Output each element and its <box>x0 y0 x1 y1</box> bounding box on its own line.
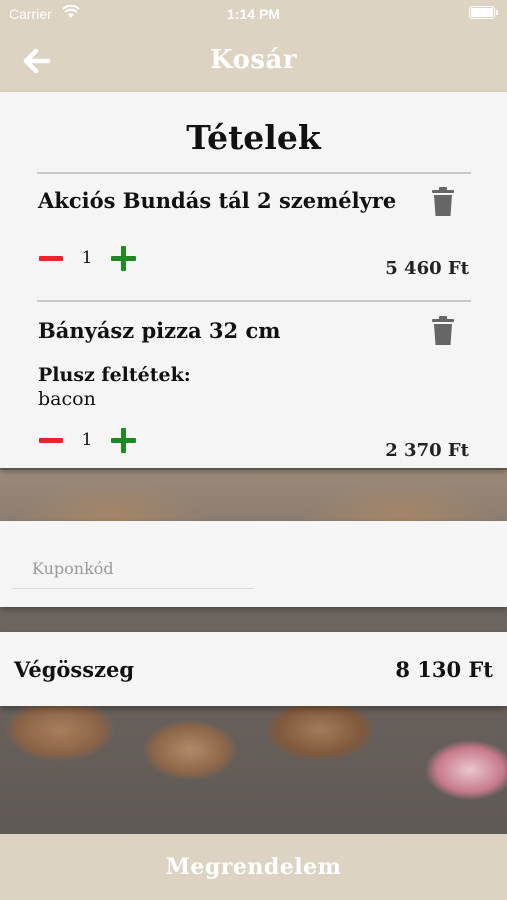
divider <box>37 172 471 174</box>
decrease-quantity-button[interactable] <box>38 246 64 272</box>
battery-icon <box>469 6 498 19</box>
increase-quantity-button[interactable] <box>110 427 138 455</box>
coupon-card <box>0 521 507 607</box>
trash-icon[interactable] <box>430 187 456 217</box>
total-label: Végösszeg <box>14 657 135 682</box>
item-name: Bányász pizza 32 cm <box>38 318 281 343</box>
total-value: 8 130 Ft <box>395 657 493 682</box>
status-bar: Carrier 1:14 PM <box>0 0 507 28</box>
navigation-bar: Kosár <box>0 28 507 92</box>
cart-items-card: Tételek Akciós Bundás tál 2 személyre 1 … <box>0 92 507 468</box>
item-price: 2 370 Ft <box>385 440 469 461</box>
page-title: Kosár <box>209 45 298 75</box>
decrease-quantity-button[interactable] <box>38 428 64 454</box>
item-name: Akciós Bundás tál 2 személyre <box>38 188 397 213</box>
quantity-value: 1 <box>81 430 93 450</box>
place-order-button[interactable]: Megrendelem <box>0 834 507 900</box>
total-card: Végösszeg 8 130 Ft <box>0 632 507 706</box>
clock: 1:14 PM <box>227 6 280 22</box>
extras-value: bacon <box>38 388 96 410</box>
coupon-code-input[interactable] <box>12 549 254 589</box>
items-heading: Tételek <box>186 118 321 157</box>
quantity-value: 1 <box>81 248 93 268</box>
item-price: 5 460 Ft <box>385 258 469 279</box>
trash-icon[interactable] <box>430 316 456 346</box>
increase-quantity-button[interactable] <box>110 245 138 273</box>
extras-label: Plusz feltétek: <box>38 364 191 386</box>
divider <box>37 300 471 302</box>
